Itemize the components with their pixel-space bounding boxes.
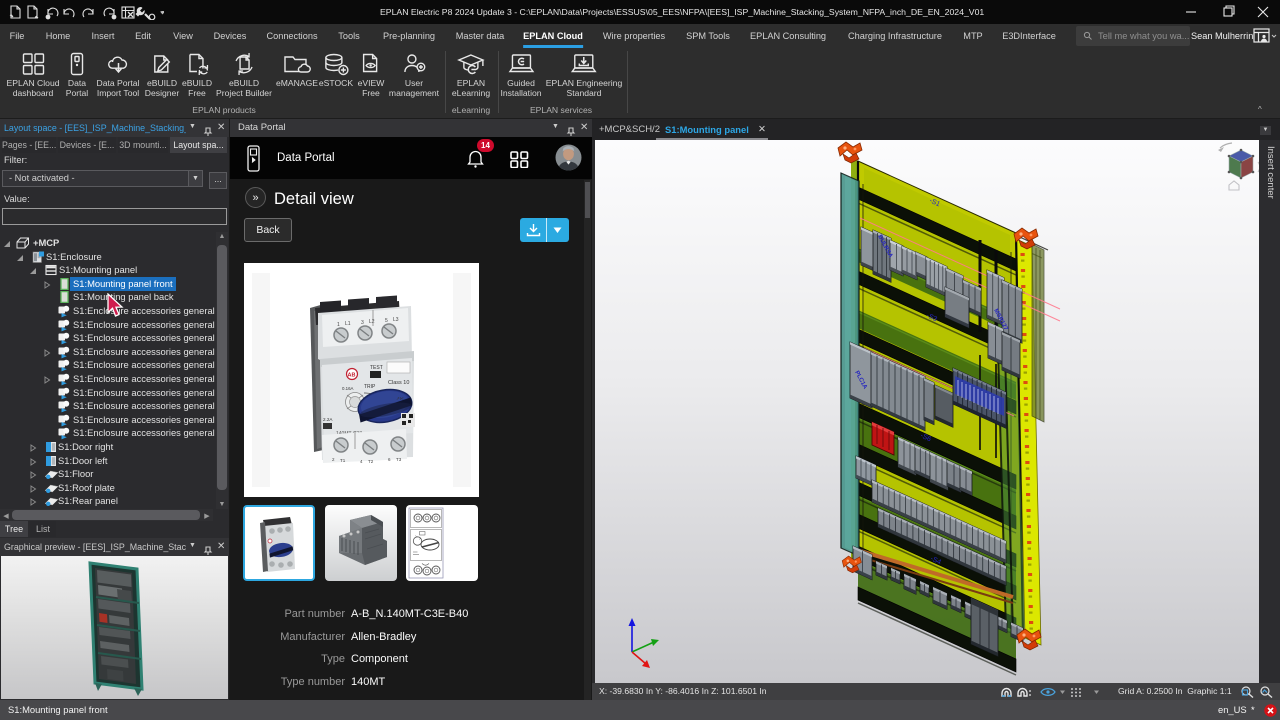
svg-text:L1: L1 — [345, 321, 351, 327]
svg-text:TEST: TEST — [370, 365, 383, 371]
svg-text:↗I<: ↗I< — [396, 396, 404, 401]
svg-text:Class 10: Class 10 — [388, 380, 409, 386]
svg-text:5: 5 — [385, 318, 388, 324]
svg-text:0.16A: 0.16A — [342, 386, 354, 391]
svg-text:1: 1 — [337, 322, 340, 328]
svg-text:3: 3 — [361, 320, 364, 326]
svg-text:2.2A: 2.2A — [323, 417, 333, 422]
svg-text:T3: T3 — [396, 457, 402, 462]
svg-text:T2: T2 — [368, 459, 374, 464]
svg-text:L2: L2 — [369, 319, 375, 325]
svg-text:T1: T1 — [340, 458, 346, 463]
svg-text:AB: AB — [348, 373, 356, 379]
svg-text:L3: L3 — [393, 317, 399, 323]
svg-text:TRIP: TRIP — [364, 384, 376, 390]
